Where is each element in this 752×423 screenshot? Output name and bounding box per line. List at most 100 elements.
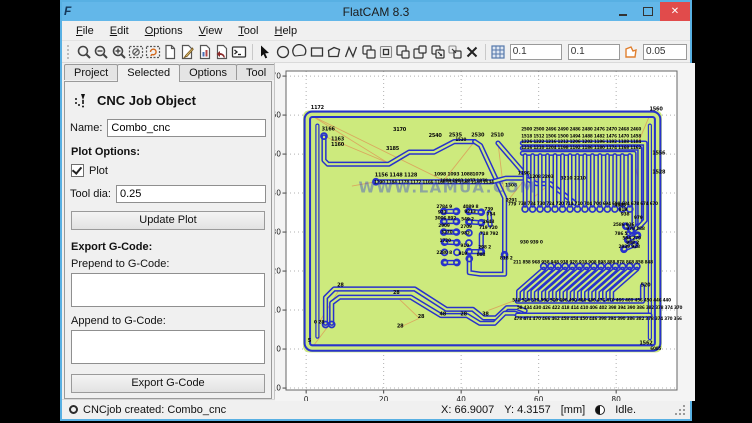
plot-canvas[interactable]: 020406080-100102030405060701172156015626…: [275, 63, 695, 401]
status-message: CNCjob created: Combo_cnc: [83, 404, 226, 416]
name-input[interactable]: [107, 119, 266, 137]
svg-text:30: 30: [275, 228, 281, 237]
close-icon: ✕: [671, 6, 679, 17]
grid-snap-toggle[interactable]: [490, 43, 507, 61]
svg-text:3006 892: 3006 892: [435, 216, 456, 222]
append-textarea[interactable]: [71, 330, 265, 364]
draw-path-button[interactable]: [343, 43, 360, 61]
import-gerber-button[interactable]: [213, 43, 230, 61]
title-bar[interactable]: F FlatCAM 8.3 ✕: [62, 2, 690, 21]
grid-x-input[interactable]: [510, 44, 562, 60]
svg-text:-10: -10: [275, 384, 281, 393]
zoom-in-button[interactable]: [110, 43, 127, 61]
svg-text:60: 60: [275, 111, 281, 120]
tab-selected[interactable]: Selected: [117, 64, 180, 82]
svg-text:28: 28: [460, 312, 467, 318]
svg-text:1560: 1560: [649, 106, 663, 112]
tool-dia-input[interactable]: [116, 185, 266, 203]
replot-button[interactable]: [144, 43, 161, 61]
app-state: Idle.: [615, 404, 636, 416]
move-objects-button[interactable]: [446, 43, 463, 61]
svg-text:919: 919: [458, 251, 467, 257]
svg-text:2500 2500 2496 2490 2486 2480: 2500 2500 2496 2490 2486 2480 2476 2470 …: [521, 126, 641, 131]
cut-path-button[interactable]: [412, 43, 429, 61]
update-plot-button[interactable]: Update Plot: [71, 211, 265, 230]
menu-options[interactable]: Options: [137, 23, 191, 39]
svg-text:478 474 470 466 462 458 454 45: 478 474 470 466 462 458 454 450 446 398 …: [514, 316, 682, 321]
svg-text:28: 28: [397, 324, 404, 330]
arc-icon: [292, 44, 308, 60]
tab-options[interactable]: Options: [179, 64, 237, 80]
svg-text:1226 1222 1216 1212 1206 1202: 1226 1222 1216 1212 1206 1202 1196 1192 …: [521, 139, 641, 144]
open-project-button[interactable]: [179, 43, 196, 61]
menu-tool[interactable]: Tool: [230, 23, 266, 39]
draw-polygon-button[interactable]: [326, 43, 343, 61]
plot-options-label: Plot Options:: [71, 146, 266, 158]
svg-text:6005: 6005: [650, 346, 661, 351]
svg-text:3170: 3170: [393, 127, 407, 133]
activity-icon: [595, 405, 605, 415]
svg-text:2939 928: 2939 928: [618, 244, 639, 250]
plot-checkbox[interactable]: [71, 164, 84, 177]
draw-arc-button[interactable]: [291, 43, 308, 61]
close-button[interactable]: ✕: [660, 2, 690, 21]
svg-text:40: 40: [275, 189, 281, 198]
svg-text:930 939 0: 930 939 0: [520, 239, 543, 245]
snap-max-input[interactable]: [643, 44, 687, 60]
zoom-out-icon: [93, 44, 109, 60]
menu-file[interactable]: File: [68, 23, 102, 39]
toolbar-grip[interactable]: [67, 45, 72, 59]
subtract-button[interactable]: [395, 43, 412, 61]
svg-text:0: 0: [304, 395, 309, 401]
union-button[interactable]: [360, 43, 377, 61]
tab-tool[interactable]: Tool: [236, 64, 276, 80]
resize-grip[interactable]: [674, 404, 686, 416]
plot-area[interactable]: 020406080-100102030405060701172156015626…: [274, 63, 695, 399]
shell-button[interactable]: [231, 43, 248, 61]
minimize-button[interactable]: [610, 2, 635, 21]
draw-circle-button[interactable]: [274, 43, 291, 61]
delete-shape-button[interactable]: [463, 43, 480, 61]
svg-text:28: 28: [418, 314, 425, 320]
svg-text:0: 0: [276, 345, 281, 354]
cncjob-icon: [72, 91, 90, 109]
app-window: F FlatCAM 8.3 ✕ FileEditOptionsViewToolH…: [60, 0, 692, 421]
svg-text:979 288: 979 288: [626, 226, 645, 232]
cursor-x: X: 66.9007: [441, 404, 494, 416]
svg-text:1530: 1530: [455, 137, 466, 142]
select-tool-button[interactable]: [257, 43, 274, 61]
menu-view[interactable]: View: [191, 23, 231, 39]
export-gcode-button[interactable]: Export G-Code: [71, 374, 265, 393]
intersection-button[interactable]: [377, 43, 394, 61]
menu-edit[interactable]: Edit: [102, 23, 137, 39]
subtract-icon: [395, 44, 411, 60]
corner-snap-toggle[interactable]: [623, 43, 640, 61]
draw-rectangle-button[interactable]: [308, 43, 325, 61]
new-project-button[interactable]: [162, 43, 179, 61]
zoom-out-button[interactable]: [93, 43, 110, 61]
svg-text:28: 28: [337, 283, 344, 289]
toolbar-separator: [252, 44, 253, 60]
grid-y-input[interactable]: [568, 44, 620, 60]
zoom-fit-button[interactable]: [75, 43, 92, 61]
save-project-button[interactable]: [196, 43, 213, 61]
prepend-textarea[interactable]: [71, 273, 265, 307]
clear-plot-button[interactable]: [127, 43, 144, 61]
svg-text:50: 50: [275, 150, 281, 159]
copy-objects-button[interactable]: [429, 43, 446, 61]
svg-text:3166: 3166: [322, 127, 336, 133]
plot-checkbox-row[interactable]: Plot: [71, 164, 266, 177]
menu-help[interactable]: Help: [266, 23, 305, 39]
svg-text:70: 70: [275, 72, 281, 81]
svg-text:979: 979: [634, 215, 643, 221]
svg-text:0 28: 0 28: [314, 319, 324, 325]
object-title: CNC Job Object: [97, 93, 196, 108]
svg-text:1172: 1172: [311, 105, 325, 111]
maximize-button[interactable]: [635, 2, 660, 21]
svg-text:40: 40: [456, 395, 466, 401]
svg-text:719 720: 719 720: [479, 225, 498, 231]
tab-project[interactable]: Project: [64, 64, 118, 80]
svg-text:779: 779: [508, 202, 516, 207]
svg-text:2280 8: 2280 8: [436, 250, 452, 256]
export-gcode-heading: Export G-Code:: [71, 241, 266, 253]
